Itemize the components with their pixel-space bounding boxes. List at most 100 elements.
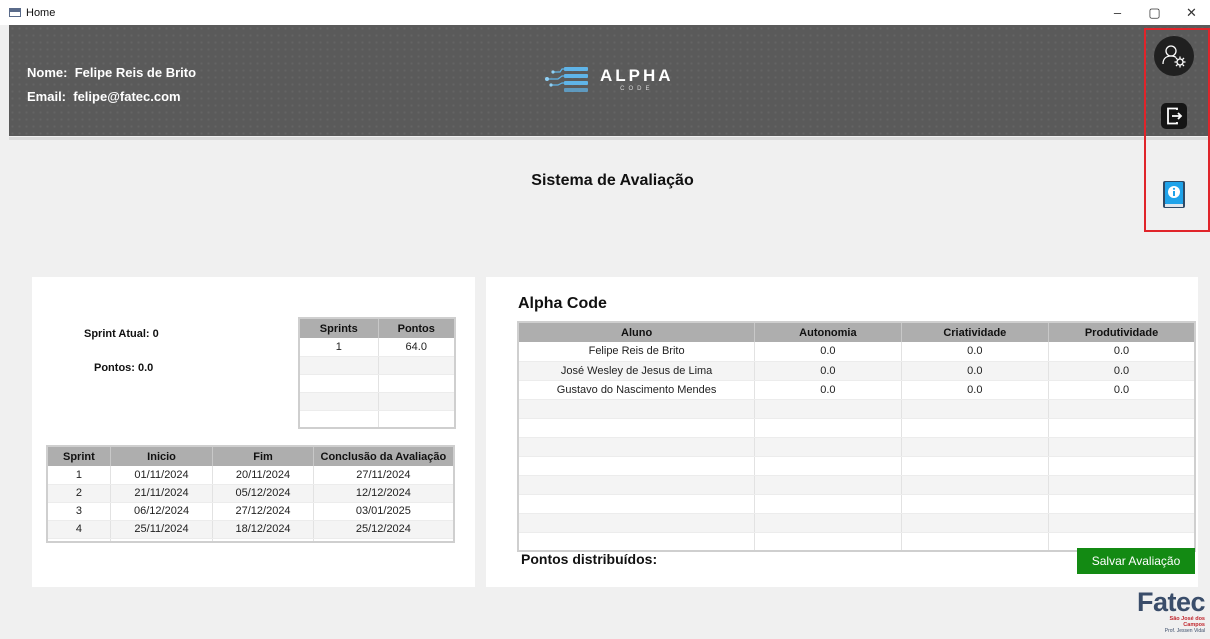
table-cell[interactable]: 0.0 [1048, 342, 1195, 362]
column-header: Sprint [47, 446, 111, 466]
table-cell[interactable]: 0.0 [754, 342, 902, 362]
table-row[interactable] [518, 399, 1195, 419]
table-row[interactable] [299, 374, 455, 393]
user-email: felipe@fatec.com [73, 89, 181, 104]
side-actions-highlight [1144, 28, 1210, 232]
table-cell [518, 418, 756, 438]
table-row[interactable]: 1 01/11/2024 20/11/2024 27/11/2024 [47, 466, 454, 485]
table-cell [1048, 418, 1195, 438]
table-cell [754, 437, 902, 457]
table-cell[interactable]: 0.0 [754, 361, 902, 381]
logout-button[interactable] [1160, 102, 1188, 130]
table-cell: 64.0 [378, 338, 455, 357]
table-cell [518, 513, 756, 533]
table-cell [299, 374, 379, 393]
table-cell: 25/12/2024 [313, 520, 454, 539]
table-row[interactable]: Felipe Reis de Brito 0.0 0.0 0.0 [518, 342, 1195, 362]
table-cell [378, 356, 455, 375]
email-label: Email: [27, 89, 67, 104]
table-cell [212, 538, 314, 543]
logout-icon [1161, 103, 1187, 129]
table-row[interactable] [518, 418, 1195, 438]
table-cell[interactable]: 0.0 [901, 361, 1050, 381]
close-button[interactable]: ✕ [1173, 0, 1210, 25]
table-row[interactable] [47, 538, 454, 543]
table-cell [518, 475, 756, 495]
table-row[interactable] [518, 437, 1195, 457]
column-header: Pontos [378, 318, 455, 338]
table-cell: 20/11/2024 [212, 466, 314, 485]
student-name-cell: José Wesley de Jesus de Lima [518, 361, 756, 381]
table-cell[interactable]: 0.0 [754, 380, 902, 400]
fatec-logo: Fatec São José dos Campos Prof. Jessen V… [1125, 588, 1206, 634]
student-name-cell: Gustavo do Nascimento Mendes [518, 380, 756, 400]
table-cell: 27/11/2024 [313, 466, 454, 485]
table-cell [518, 399, 756, 419]
save-evaluation-button[interactable]: Salvar Avaliação [1077, 548, 1195, 574]
table-cell[interactable]: 0.0 [1048, 361, 1195, 381]
table-cell: 21/11/2024 [110, 484, 214, 503]
table-cell [754, 475, 902, 495]
current-sprint-label: Sprint Atual: 0 [84, 328, 159, 340]
sprint-panel: Sprint Atual: 0 Pontos: 0.0 Sprints Pont… [32, 277, 475, 587]
table-cell [901, 399, 1050, 419]
table-cell [110, 538, 214, 543]
table-row[interactable]: Gustavo do Nascimento Mendes 0.0 0.0 0.0 [518, 380, 1195, 400]
table-row[interactable] [518, 475, 1195, 495]
table-cell [518, 456, 756, 476]
table-cell[interactable]: 0.0 [1048, 380, 1195, 400]
table-cell: 27/12/2024 [212, 502, 314, 521]
table-cell [313, 538, 454, 543]
table-cell: 4 [47, 520, 111, 539]
table-cell [1048, 399, 1195, 419]
profile-settings-button[interactable] [1154, 36, 1194, 76]
table-row[interactable]: 3 06/12/2024 27/12/2024 03/01/2025 [47, 502, 454, 521]
table-row[interactable]: 1 64.0 [299, 338, 455, 357]
column-header: Sprints [299, 318, 379, 338]
window-titlebar: Home – ▢ ✕ [0, 0, 1210, 25]
page-title: Sistema de Avaliação [531, 172, 694, 189]
table-cell: 18/12/2024 [212, 520, 314, 539]
table-row[interactable] [518, 513, 1195, 533]
fatec-logo-line3: Prof. Jessen Vidal [1164, 628, 1205, 634]
table-cell [1048, 494, 1195, 514]
table-cell [754, 418, 902, 438]
table-row[interactable] [299, 356, 455, 375]
column-header: Conclusão da Avaliação [313, 446, 454, 466]
column-header: Aluno [518, 322, 756, 342]
sprint-dates-table: Sprint Inicio Fim Conclusão da Avaliação… [46, 445, 455, 543]
table-cell [299, 392, 379, 411]
table-cell [901, 437, 1050, 457]
table-row[interactable] [518, 494, 1195, 514]
logo-circuit-icon [545, 67, 588, 92]
table-cell [901, 513, 1050, 533]
table-cell[interactable]: 0.0 [901, 380, 1050, 400]
table-cell: 1 [47, 466, 111, 485]
table-cell [299, 410, 379, 429]
alpha-code-logo: ALPHA CODE [544, 65, 674, 93]
table-cell [518, 532, 756, 552]
table-cell [901, 418, 1050, 438]
points-label: Pontos: 0.0 [94, 362, 154, 374]
table-cell[interactable]: 0.0 [901, 342, 1050, 362]
table-row[interactable] [299, 410, 455, 429]
table-cell [754, 399, 902, 419]
team-name: Alpha Code [518, 295, 607, 312]
table-row[interactable] [518, 456, 1195, 476]
table-cell: 03/01/2025 [313, 502, 454, 521]
table-row[interactable]: 2 21/11/2024 05/12/2024 12/12/2024 [47, 484, 454, 503]
minimize-button[interactable]: – [1099, 0, 1136, 25]
table-cell [1048, 475, 1195, 495]
column-header: Autonomia [754, 322, 902, 342]
window-controls: – ▢ ✕ [1099, 0, 1210, 25]
table-cell [754, 532, 902, 552]
table-cell [754, 494, 902, 514]
table-cell [901, 475, 1050, 495]
table-row[interactable] [299, 392, 455, 411]
logo-title: ALPHA [600, 65, 674, 85]
table-row[interactable]: José Wesley de Jesus de Lima 0.0 0.0 0.0 [518, 361, 1195, 381]
table-row[interactable]: 4 25/11/2024 18/12/2024 25/12/2024 [47, 520, 454, 539]
table-cell [901, 532, 1050, 552]
maximize-button[interactable]: ▢ [1136, 0, 1173, 25]
column-header: Produtividade [1048, 322, 1195, 342]
